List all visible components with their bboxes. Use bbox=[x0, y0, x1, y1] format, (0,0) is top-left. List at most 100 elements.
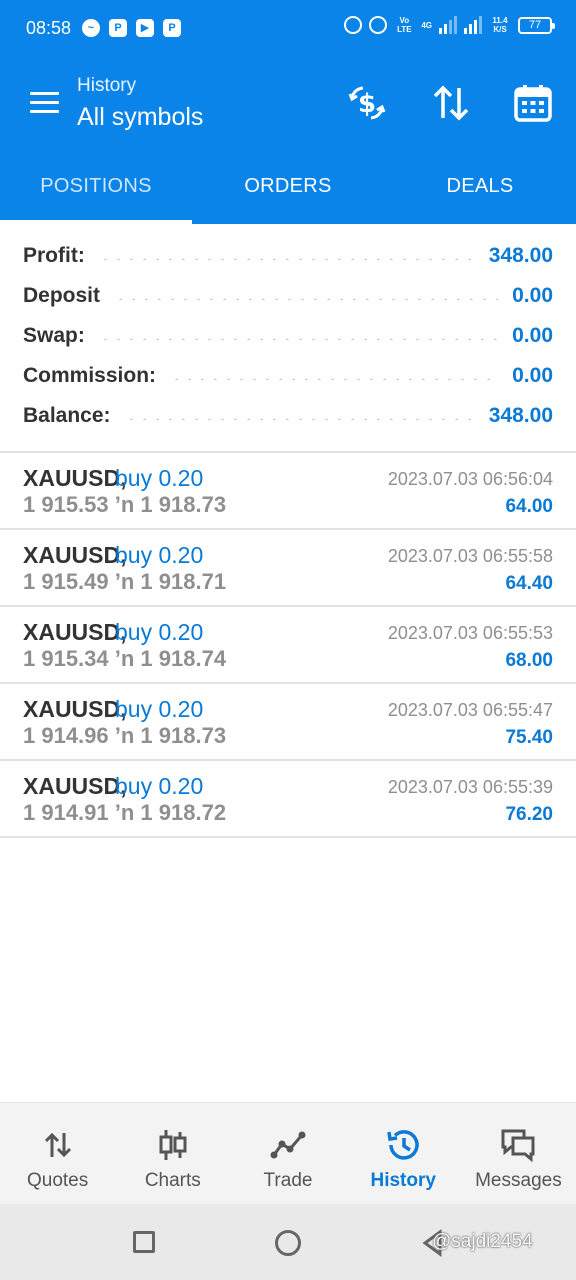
position-symbol: XAUUSD, bbox=[23, 465, 127, 491]
network-speed: 11.4 K/S bbox=[492, 16, 508, 34]
position-prices: 1 914.91 ’n 1 918.72 bbox=[23, 800, 227, 825]
dotted-leader bbox=[98, 338, 499, 340]
summary-row-balance: Balance: 348.00 bbox=[0, 396, 576, 436]
position-profit: 76.20 bbox=[505, 804, 553, 825]
position-time: 2023.07.03 06:55:39 bbox=[387, 777, 553, 797]
position-symbol: XAUUSD, bbox=[23, 773, 127, 799]
position-profit: 68.00 bbox=[505, 650, 553, 671]
dotted-leader bbox=[124, 418, 475, 420]
nav-messages[interactable]: Messages bbox=[461, 1103, 576, 1204]
position-time: 2023.07.03 06:55:58 bbox=[387, 546, 553, 566]
signal-2-icon bbox=[464, 16, 482, 34]
trade-line-icon bbox=[270, 1127, 306, 1163]
history-clock-icon bbox=[385, 1127, 421, 1163]
status-time: 08:58 bbox=[26, 18, 72, 38]
summary-value: 0.00 bbox=[512, 284, 553, 307]
svg-text:$: $ bbox=[358, 89, 376, 119]
nav-label: Trade bbox=[263, 1170, 313, 1191]
tab-bar: POSITIONS ORDERS DEALS bbox=[0, 148, 576, 224]
volte-indicator: Vo LTE bbox=[397, 16, 412, 34]
position-type: buy 0.20 bbox=[115, 542, 204, 568]
summary-label: Deposit bbox=[23, 284, 101, 307]
system-status-icons: Vo LTE 4G 11.4 K/S 77 bbox=[344, 16, 555, 34]
position-profit: 64.00 bbox=[505, 496, 553, 517]
position-time: 2023.07.03 06:55:47 bbox=[387, 700, 553, 720]
signal-icon bbox=[439, 16, 457, 34]
menu-icon[interactable] bbox=[30, 92, 60, 114]
account-summary: Profit: 348.00 Deposit 0.00 Swap: 0.00 C… bbox=[0, 236, 576, 436]
summary-row-profit: Profit: 348.00 bbox=[0, 236, 576, 276]
dotted-leader bbox=[98, 258, 475, 260]
dnd-icon bbox=[344, 16, 363, 34]
position-prices: 1 914.96 ’n 1 918.73 bbox=[23, 723, 227, 748]
nav-label: History bbox=[370, 1170, 436, 1191]
summary-row-swap: Swap: 0.00 bbox=[0, 316, 576, 356]
position-prices: 1 915.34 ’n 1 918.74 bbox=[23, 646, 227, 671]
position-symbol: XAUUSD, bbox=[23, 542, 127, 568]
position-time: 2023.07.03 06:55:53 bbox=[387, 623, 553, 643]
tab-positions[interactable]: POSITIONS bbox=[0, 148, 192, 224]
summary-label: Commission: bbox=[23, 364, 157, 387]
summary-label: Balance: bbox=[23, 404, 111, 427]
sort-arrows-icon[interactable] bbox=[430, 82, 472, 124]
nav-label: Messages bbox=[475, 1170, 562, 1191]
mute-icon bbox=[369, 16, 388, 34]
position-profit: 75.40 bbox=[505, 727, 553, 748]
dollar-exchange-icon[interactable]: $ bbox=[346, 82, 388, 124]
position-type: buy 0.20 bbox=[115, 773, 204, 799]
positions-list: XAUUSD, buy 0.20 1 915.53 ’n 1 918.73 20… bbox=[0, 453, 576, 838]
tab-deals[interactable]: DEALS bbox=[384, 148, 576, 224]
system-navigation-bar: @sajdi2454 bbox=[0, 1204, 576, 1280]
summary-value: 348.00 bbox=[488, 244, 553, 267]
app-p2-icon: P bbox=[163, 19, 181, 37]
nav-label: Charts bbox=[144, 1170, 201, 1191]
position-symbol: XAUUSD, bbox=[23, 619, 127, 645]
position-row[interactable]: XAUUSD, buy 0.20 1 915.49 ’n 1 918.71 20… bbox=[0, 530, 576, 607]
status-bar: 08:58 ~ P ▶ P Vo LTE 4G 11.4 K/S 77 bbox=[0, 0, 576, 58]
position-row[interactable]: XAUUSD, buy 0.20 1 914.91 ’n 1 918.72 20… bbox=[0, 761, 576, 838]
summary-value: 0.00 bbox=[512, 324, 553, 347]
position-row[interactable]: XAUUSD, buy 0.20 1 914.96 ’n 1 918.73 20… bbox=[0, 684, 576, 761]
position-profit: 64.40 bbox=[505, 573, 553, 594]
position-type: buy 0.20 bbox=[115, 619, 204, 645]
position-symbol: XAUUSD, bbox=[23, 696, 127, 722]
watermark-text: @sajdi2454 bbox=[432, 1231, 533, 1252]
header-title[interactable]: All symbols bbox=[77, 103, 203, 132]
tab-orders[interactable]: ORDERS bbox=[192, 148, 384, 224]
home-button[interactable] bbox=[275, 1230, 301, 1256]
app-p-icon: P bbox=[109, 19, 127, 37]
dotted-leader bbox=[114, 298, 499, 300]
network-gen-indicator: 4G bbox=[421, 20, 432, 30]
position-type: buy 0.20 bbox=[115, 465, 204, 491]
position-prices: 1 915.49 ’n 1 918.71 bbox=[23, 569, 227, 594]
position-time: 2023.07.03 06:56:04 bbox=[387, 469, 553, 489]
summary-label: Profit: bbox=[23, 244, 85, 267]
app-bar: History All symbols $ bbox=[0, 58, 576, 148]
nav-trade[interactable]: Trade bbox=[230, 1103, 345, 1204]
nav-label: Quotes bbox=[26, 1170, 89, 1191]
nav-quotes[interactable]: Quotes bbox=[0, 1103, 115, 1204]
position-type: buy 0.20 bbox=[115, 696, 204, 722]
position-row[interactable]: XAUUSD, buy 0.20 1 915.34 ’n 1 918.74 20… bbox=[0, 607, 576, 684]
quotes-arrows-icon bbox=[40, 1127, 76, 1163]
summary-row-deposit: Deposit 0.00 bbox=[0, 276, 576, 316]
bottom-navigation: Quotes Charts Trade History Messages bbox=[0, 1102, 576, 1204]
dotted-leader bbox=[170, 378, 499, 380]
nav-charts[interactable]: Charts bbox=[115, 1103, 230, 1204]
summary-value: 0.00 bbox=[512, 364, 553, 387]
candlestick-icon bbox=[155, 1127, 191, 1163]
position-row[interactable]: XAUUSD, buy 0.20 1 915.53 ’n 1 918.73 20… bbox=[0, 453, 576, 530]
nav-history[interactable]: History bbox=[346, 1103, 461, 1204]
messenger-icon: ~ bbox=[82, 19, 100, 37]
position-prices: 1 915.53 ’n 1 918.73 bbox=[23, 492, 227, 517]
summary-row-commission: Commission: 0.00 bbox=[0, 356, 576, 396]
header-subtitle: History bbox=[77, 75, 137, 96]
summary-value: 348.00 bbox=[488, 404, 553, 427]
battery-icon: 77 bbox=[518, 16, 555, 34]
notification-icons: ~ P ▶ P bbox=[82, 19, 181, 37]
calendar-icon[interactable] bbox=[512, 82, 554, 124]
summary-label: Swap: bbox=[23, 324, 85, 347]
chat-bubbles-icon bbox=[500, 1127, 536, 1163]
play-icon: ▶ bbox=[136, 19, 154, 37]
recents-button[interactable] bbox=[133, 1231, 155, 1253]
